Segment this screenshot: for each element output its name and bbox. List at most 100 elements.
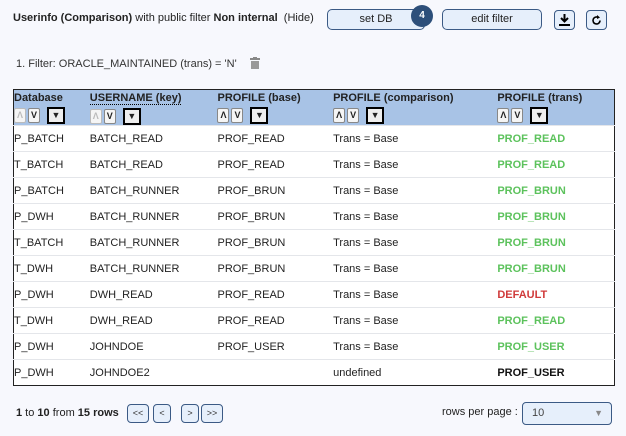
- table-cell: BATCH_RUNNER: [89, 177, 218, 204]
- table-cell: Trans = Base: [333, 281, 498, 308]
- table-cell: PROF_READ: [497, 307, 615, 334]
- table-cell: P_DWH: [13, 359, 90, 386]
- column-header: PROFILE (trans) Λ V ▼: [497, 89, 615, 126]
- active-filter: 1. Filter: ORACLE_MAINTAINED (trans) = '…: [16, 57, 260, 70]
- table-cell: PROF_READ: [497, 125, 615, 152]
- sort-desc-button[interactable]: V: [28, 108, 40, 123]
- table-cell: Trans = Base: [333, 333, 498, 360]
- sort-desc-button[interactable]: V: [347, 108, 360, 123]
- table-cell: PROF_READ: [217, 281, 334, 308]
- edit-filter-button[interactable]: edit filter: [442, 9, 542, 30]
- table-cell: Trans = Base: [333, 151, 498, 178]
- table-cell: P_DWH: [13, 203, 90, 230]
- table-cell: P_DWH: [13, 281, 90, 308]
- table-cell: PROF_READ: [217, 307, 334, 334]
- filter-icon[interactable]: ▼: [250, 107, 269, 124]
- next-page-button[interactable]: >: [181, 404, 199, 423]
- table-cell: DWH_READ: [89, 307, 218, 334]
- prev-page-button[interactable]: <: [153, 404, 171, 423]
- hide-link[interactable]: (Hide): [284, 12, 314, 24]
- table-cell: DEFAULT: [497, 281, 615, 308]
- column-title[interactable]: USERNAME (key): [89, 92, 182, 105]
- table-cell: PROF_READ: [217, 125, 334, 152]
- chevron-down-icon: ▼: [594, 408, 603, 418]
- sort-asc-button[interactable]: Λ: [89, 109, 102, 124]
- table-cell: T_DWH: [13, 307, 90, 334]
- table-cell: Trans = Base: [333, 307, 498, 334]
- download-button[interactable]: [554, 10, 575, 30]
- results-table: Database Λ V ▼ USERNAME (key) Λ V ▼ PROFILE (b…: [13, 89, 615, 386]
- column-title[interactable]: PROFILE (base): [217, 92, 333, 104]
- first-page-button[interactable]: <<: [127, 404, 149, 423]
- table-cell: Trans = Base: [333, 229, 498, 256]
- table-cell: BATCH_READ: [89, 151, 218, 178]
- last-page-button[interactable]: >>: [201, 404, 223, 423]
- table-cell: PROF_READ: [497, 151, 615, 178]
- table-cell: BATCH_RUNNER: [89, 255, 218, 282]
- table-cell: BATCH_READ: [89, 125, 218, 152]
- sort-asc-button[interactable]: Λ: [217, 108, 230, 123]
- table-cell: Trans = Base: [333, 177, 498, 204]
- filter-icon[interactable]: ▼: [366, 107, 385, 124]
- table-cell: T_BATCH: [13, 151, 90, 178]
- table-cell: P_BATCH: [13, 125, 90, 152]
- table-row: P_DWH BATCH_RUNNER PROF_BRUN Trans = Base PR…: [13, 203, 615, 230]
- sort-asc-button[interactable]: Λ: [14, 108, 26, 123]
- rows-per-page-label: rows per page :: [442, 406, 518, 418]
- table-cell: Trans = Base: [333, 255, 498, 282]
- table-row: P_BATCH BATCH_READ PROF_READ Trans = Base PR…: [13, 125, 615, 152]
- table-cell: T_BATCH: [13, 229, 90, 256]
- column-title[interactable]: Database: [14, 92, 90, 104]
- set-db-button[interactable]: set DB: [327, 9, 425, 30]
- page-title: Userinfo (Comparison) with public filter…: [13, 12, 314, 24]
- table-cell: T_DWH: [13, 255, 90, 282]
- table-cell: JOHNDOE2: [89, 359, 218, 386]
- column-header: PROFILE (comparison) Λ V ▼: [333, 89, 498, 126]
- column-header: PROFILE (base) Λ V ▼: [217, 89, 334, 126]
- table-cell: undefined: [333, 359, 498, 386]
- table-cell: PROF_USER: [217, 333, 334, 360]
- table-cell: PROF_BRUN: [497, 177, 615, 204]
- sort-desc-button[interactable]: V: [231, 108, 244, 123]
- filter-icon[interactable]: ▼: [47, 107, 65, 124]
- row-count: 1 to 10 from 15 rows: [16, 407, 119, 419]
- table-cell: PROF_USER: [497, 333, 615, 360]
- table-cell: PROF_BRUN: [497, 255, 615, 282]
- filter-icon[interactable]: ▼: [122, 108, 141, 125]
- sort-desc-button[interactable]: V: [103, 109, 116, 124]
- column-header: Database Λ V ▼: [13, 89, 90, 126]
- table-cell: PROF_BRUN: [217, 203, 334, 230]
- table-cell: BATCH_RUNNER: [89, 229, 218, 256]
- table-cell: PROF_READ: [217, 151, 334, 178]
- table-row: P_DWH DWH_READ PROF_READ Trans = Base DEFAUL…: [13, 281, 615, 308]
- table-cell: PROF_BRUN: [217, 229, 334, 256]
- table-row: T_BATCH BATCH_RUNNER PROF_BRUN Trans = Base…: [13, 229, 615, 256]
- table-row: P_BATCH BATCH_RUNNER PROF_BRUN Trans = Base…: [13, 177, 615, 204]
- table-cell: PROF_BRUN: [217, 177, 334, 204]
- table-cell: PROF_BRUN: [497, 203, 615, 230]
- table-row: T_DWH DWH_READ PROF_READ Trans = Base PROF_R…: [13, 307, 615, 334]
- table-cell: PROF_BRUN: [217, 255, 334, 282]
- column-header: USERNAME (key) Λ V ▼: [89, 89, 218, 126]
- sort-asc-button[interactable]: Λ: [333, 108, 346, 123]
- table-cell: JOHNDOE: [89, 333, 218, 360]
- refresh-button[interactable]: [586, 10, 607, 30]
- trash-icon[interactable]: [249, 57, 260, 69]
- sort-asc-button[interactable]: Λ: [497, 108, 510, 123]
- table-row: P_DWH JOHNDOE PROF_USER Trans = Base PROF_US…: [13, 333, 615, 360]
- table-cell: DWH_READ: [89, 281, 218, 308]
- refresh-icon: [592, 14, 601, 25]
- table-cell: BATCH_RUNNER: [89, 203, 218, 230]
- sort-desc-button[interactable]: V: [511, 108, 524, 123]
- table-row: T_BATCH BATCH_READ PROF_READ Trans = Base PR…: [13, 151, 615, 178]
- table-cell: P_DWH: [13, 333, 90, 360]
- column-title[interactable]: PROFILE (trans): [497, 92, 614, 104]
- filter-icon[interactable]: ▼: [530, 107, 549, 124]
- db-count-badge: 4: [411, 5, 433, 27]
- rows-per-page-select[interactable]: 10 ▼: [522, 402, 612, 425]
- table-cell: P_BATCH: [13, 177, 90, 204]
- column-title[interactable]: PROFILE (comparison): [333, 92, 497, 104]
- table-cell: [217, 359, 334, 386]
- table-cell: Trans = Base: [333, 203, 498, 230]
- download-icon: [559, 14, 570, 26]
